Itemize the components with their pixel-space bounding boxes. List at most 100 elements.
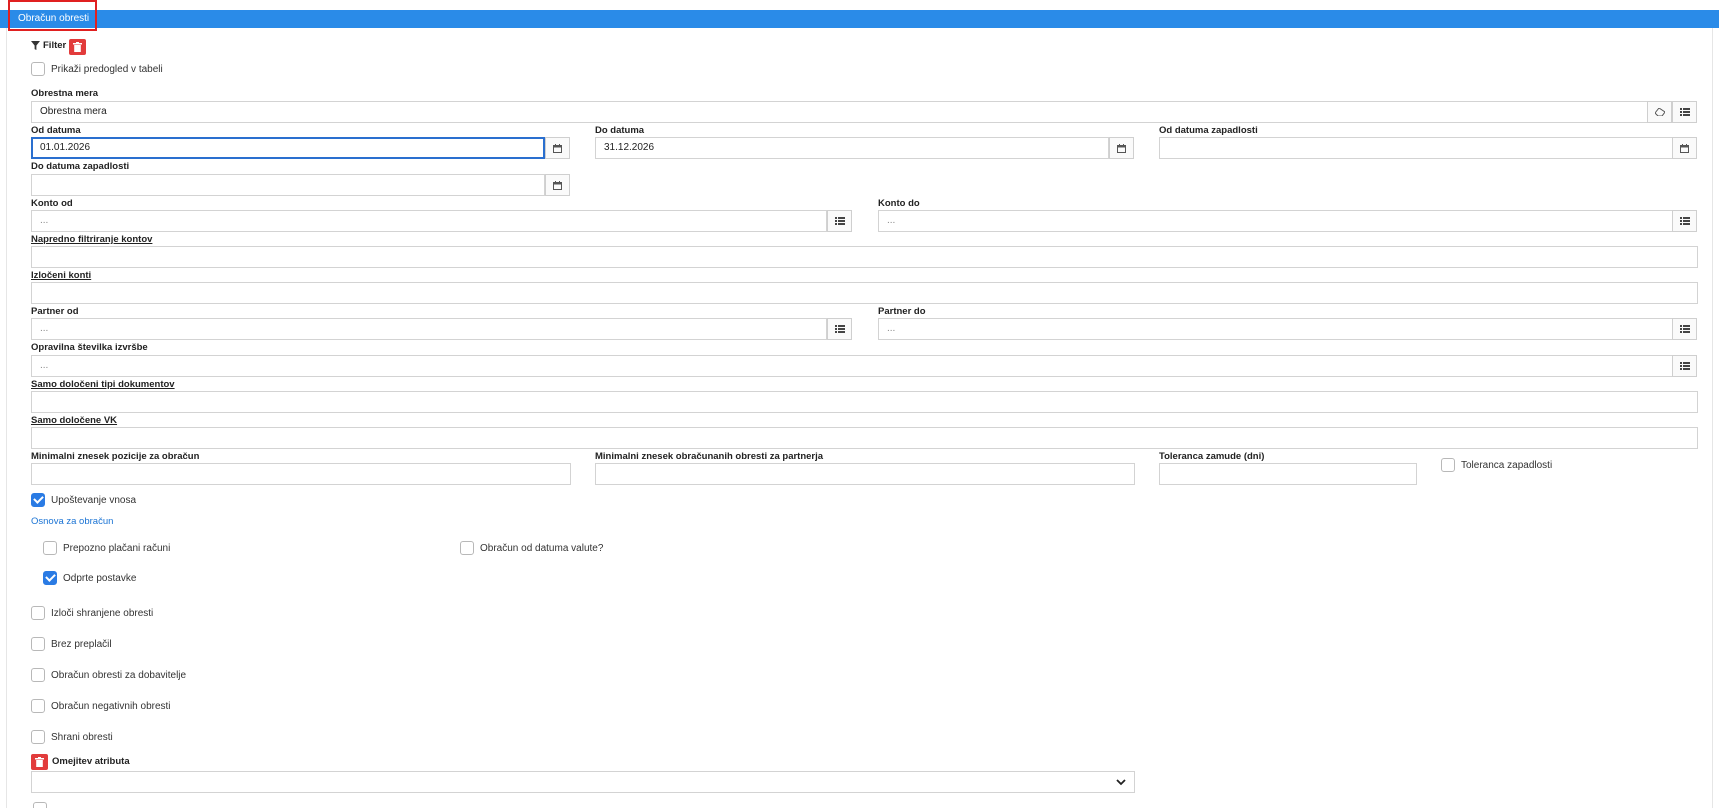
- obracun-negativnih-label: Obračun negativnih obresti: [51, 700, 171, 712]
- do-datuma-calendar-button[interactable]: [1109, 137, 1134, 159]
- od-datuma-label: Od datuma: [31, 125, 81, 136]
- partner-do-label: Partner do: [878, 306, 926, 317]
- obracun-dobavitelje-row[interactable]: Obračun obresti za dobavitelje: [31, 668, 186, 682]
- toleranca-zapadlosti-checkbox[interactable]: [1441, 458, 1455, 472]
- brez-preplacil-row[interactable]: Brez preplačil: [31, 637, 112, 651]
- min-znesek-pozicije-input[interactable]: [31, 463, 571, 485]
- obracun-od-valute-label: Obračun od datuma valute?: [480, 542, 604, 554]
- od-datuma-calendar-button[interactable]: [545, 137, 570, 159]
- preview-label: Prikaži predogled v tabeli: [51, 63, 163, 75]
- toleranca-zamude-label: Toleranca zamude (dni): [1159, 451, 1265, 462]
- obrestna-mera-clear-button[interactable]: [1647, 101, 1672, 123]
- partner-do-placeholder: ...: [887, 323, 896, 334]
- obracun-od-valute-row[interactable]: Obračun od datuma valute?: [460, 541, 603, 555]
- prepozno-placani-row[interactable]: Prepozno plačani računi: [43, 541, 170, 555]
- napredno-filtriranje-input[interactable]: [31, 246, 1698, 268]
- list-icon: [834, 325, 845, 333]
- clear-omejitev-button[interactable]: [31, 754, 48, 770]
- opravilna-stevilka-label: Opravilna številka izvršbe: [31, 342, 148, 353]
- eraser-icon: [1654, 108, 1665, 116]
- izloceni-konti-label[interactable]: Izločeni konti: [31, 270, 91, 281]
- upostevanje-vnosa-label: Upoštevanje vnosa: [51, 494, 137, 506]
- clear-filter-button[interactable]: [69, 39, 86, 55]
- shrani-obresti-row[interactable]: Shrani obresti: [31, 730, 113, 744]
- list-icon: [1679, 362, 1690, 370]
- opravilna-stevilka-list-button[interactable]: [1672, 355, 1697, 377]
- obrestna-mera-input[interactable]: Obrestna mera: [31, 101, 1648, 123]
- funnel-icon: [31, 41, 40, 50]
- panel-border-right: [1712, 28, 1713, 808]
- partner-od-placeholder: ...: [40, 323, 49, 334]
- shrani-obresti-checkbox[interactable]: [31, 730, 45, 744]
- konto-od-list-button[interactable]: [827, 210, 852, 232]
- min-znesek-pozicije-label: Minimalni znesek pozicije za obračun: [31, 451, 200, 462]
- filter-label: Filter: [43, 40, 67, 51]
- partner-od-list-button[interactable]: [827, 318, 852, 340]
- napredno-filtriranje-label[interactable]: Napredno filtriranje kontov: [31, 234, 152, 245]
- toleranca-zapadlosti-row[interactable]: Toleranca zapadlosti: [1441, 458, 1552, 472]
- obracun-dobavitelje-checkbox[interactable]: [31, 668, 45, 682]
- od-datuma-input[interactable]: 01.01.2026: [31, 137, 545, 159]
- osnova-za-obracun-link[interactable]: Osnova za obračun: [31, 516, 113, 527]
- partner-od-input[interactable]: ...: [31, 318, 827, 340]
- konto-do-placeholder: ...: [887, 215, 896, 226]
- do-datuma-zapadlosti-label: Do datuma zapadlosti: [31, 161, 130, 172]
- obracun-negativnih-checkbox[interactable]: [31, 699, 45, 713]
- toleranca-zapadlosti-label: Toleranca zapadlosti: [1461, 459, 1553, 471]
- konto-do-list-button[interactable]: [1672, 210, 1697, 232]
- toleranca-zamude-input[interactable]: [1159, 463, 1417, 485]
- obracun-negativnih-row[interactable]: Obračun negativnih obresti: [31, 699, 171, 713]
- shrani-obresti-label: Shrani obresti: [51, 731, 113, 743]
- calendar-icon: [553, 143, 562, 153]
- do-datuma-zapadlosti-input[interactable]: [31, 174, 545, 196]
- izloci-shranjene-row[interactable]: Izloči shranjene obresti: [31, 606, 153, 620]
- prepozno-placani-checkbox[interactable]: [43, 541, 57, 555]
- prepozno-placani-label: Prepozno plačani računi: [63, 542, 171, 554]
- do-datuma-input[interactable]: 31.12.2026: [595, 137, 1109, 159]
- partner-do-list-button[interactable]: [1672, 318, 1697, 340]
- chevron-down-icon: [1116, 775, 1126, 789]
- upostevanje-vnosa-checkbox[interactable]: [31, 493, 45, 507]
- konto-do-label: Konto do: [878, 198, 920, 209]
- partial-checkbox[interactable]: [33, 802, 47, 808]
- od-datuma-zapadlosti-calendar-button[interactable]: [1672, 137, 1697, 159]
- preview-checkbox[interactable]: [31, 62, 45, 76]
- tipi-dokumentov-input[interactable]: [31, 391, 1698, 413]
- obrestna-mera-list-button[interactable]: [1672, 101, 1697, 123]
- opravilna-stevilka-input[interactable]: ...: [31, 355, 1673, 377]
- dolocene-vk-label[interactable]: Samo določene VK: [31, 415, 117, 426]
- list-icon: [1679, 217, 1690, 225]
- tipi-dokumentov-label[interactable]: Samo določeni tipi dokumentov: [31, 379, 175, 390]
- trash-icon: [35, 757, 44, 767]
- odprte-postavke-row[interactable]: Odprte postavke: [43, 571, 136, 585]
- izloceni-konti-input[interactable]: [31, 282, 1698, 304]
- brez-preplacil-checkbox[interactable]: [31, 637, 45, 651]
- do-datuma-label: Do datuma: [595, 125, 645, 136]
- odprte-postavke-checkbox[interactable]: [43, 571, 57, 585]
- od-datuma-zapadlosti-input[interactable]: [1159, 137, 1673, 159]
- upostevanje-vnosa-row[interactable]: Upoštevanje vnosa: [31, 493, 136, 507]
- min-znesek-partner-label: Minimalni znesek obračunanih obresti za …: [595, 451, 824, 462]
- filter-header[interactable]: Filter: [31, 40, 66, 51]
- calendar-icon: [1117, 143, 1126, 153]
- partner-do-input[interactable]: ...: [878, 318, 1673, 340]
- min-znesek-partner-input[interactable]: [595, 463, 1135, 485]
- konto-od-input[interactable]: ...: [31, 210, 827, 232]
- window-titlebar: Obračun obresti: [0, 10, 1719, 28]
- konto-do-input[interactable]: ...: [878, 210, 1673, 232]
- omejitev-atributa-select[interactable]: [31, 771, 1135, 793]
- obracun-dobavitelje-label: Obračun obresti za dobavitelje: [51, 669, 187, 681]
- konto-od-placeholder: ...: [40, 215, 49, 226]
- izloci-shranjene-label: Izloči shranjene obresti: [51, 607, 154, 619]
- konto-od-label: Konto od: [31, 198, 73, 209]
- opravilna-stevilka-placeholder: ...: [40, 360, 49, 371]
- preview-checkbox-row[interactable]: Prikaži predogled v tabeli: [31, 62, 163, 76]
- title-highlight-box: [8, 0, 97, 31]
- izloci-shranjene-checkbox[interactable]: [31, 606, 45, 620]
- obracun-od-valute-checkbox[interactable]: [460, 541, 474, 555]
- obrestna-mera-label: Obrestna mera: [31, 88, 99, 99]
- calendar-icon: [553, 180, 562, 190]
- calendar-icon: [1680, 143, 1689, 153]
- do-datuma-zapadlosti-calendar-button[interactable]: [545, 174, 570, 196]
- dolocene-vk-input[interactable]: [31, 427, 1698, 449]
